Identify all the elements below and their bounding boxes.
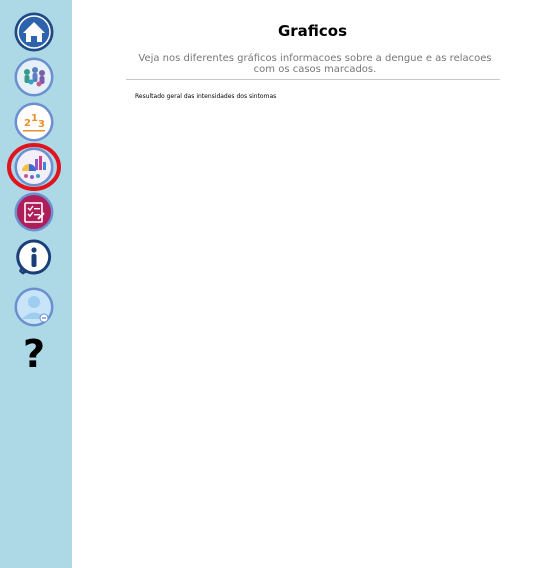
home-button[interactable]: [14, 12, 54, 52]
ranking-icon: 2 1 3: [14, 102, 54, 142]
home-icon: [14, 12, 54, 52]
info-button[interactable]: [14, 238, 54, 278]
chart-section-label: Resultado geral das intensidades dos sin…: [135, 93, 277, 100]
page-title: Graficos: [277, 22, 348, 40]
help-icon: ?: [23, 332, 45, 372]
svg-text:2: 2: [24, 118, 31, 129]
divider: [126, 79, 500, 80]
community-button[interactable]: [14, 57, 54, 97]
page-subtitle: Veja nos diferentes gráficos informacoes…: [138, 53, 492, 75]
help-button[interactable]: ?: [14, 332, 54, 372]
report-icon: [14, 192, 54, 232]
svg-text:3: 3: [38, 119, 45, 130]
info-icon: [16, 239, 52, 278]
selected-item-highlight: [7, 143, 61, 191]
svg-text:?: ?: [23, 332, 45, 372]
main-content: Graficos Veja nos diferentes gráficos in…: [72, 0, 553, 568]
report-button[interactable]: [14, 192, 54, 232]
svg-text:1: 1: [31, 113, 38, 124]
profile-button[interactable]: [14, 287, 54, 327]
sidebar-nav: 2 1 3 ?: [0, 0, 72, 568]
profile-icon: [14, 287, 54, 327]
community-icon: [14, 57, 54, 97]
ranking-button[interactable]: 2 1 3: [14, 102, 54, 142]
